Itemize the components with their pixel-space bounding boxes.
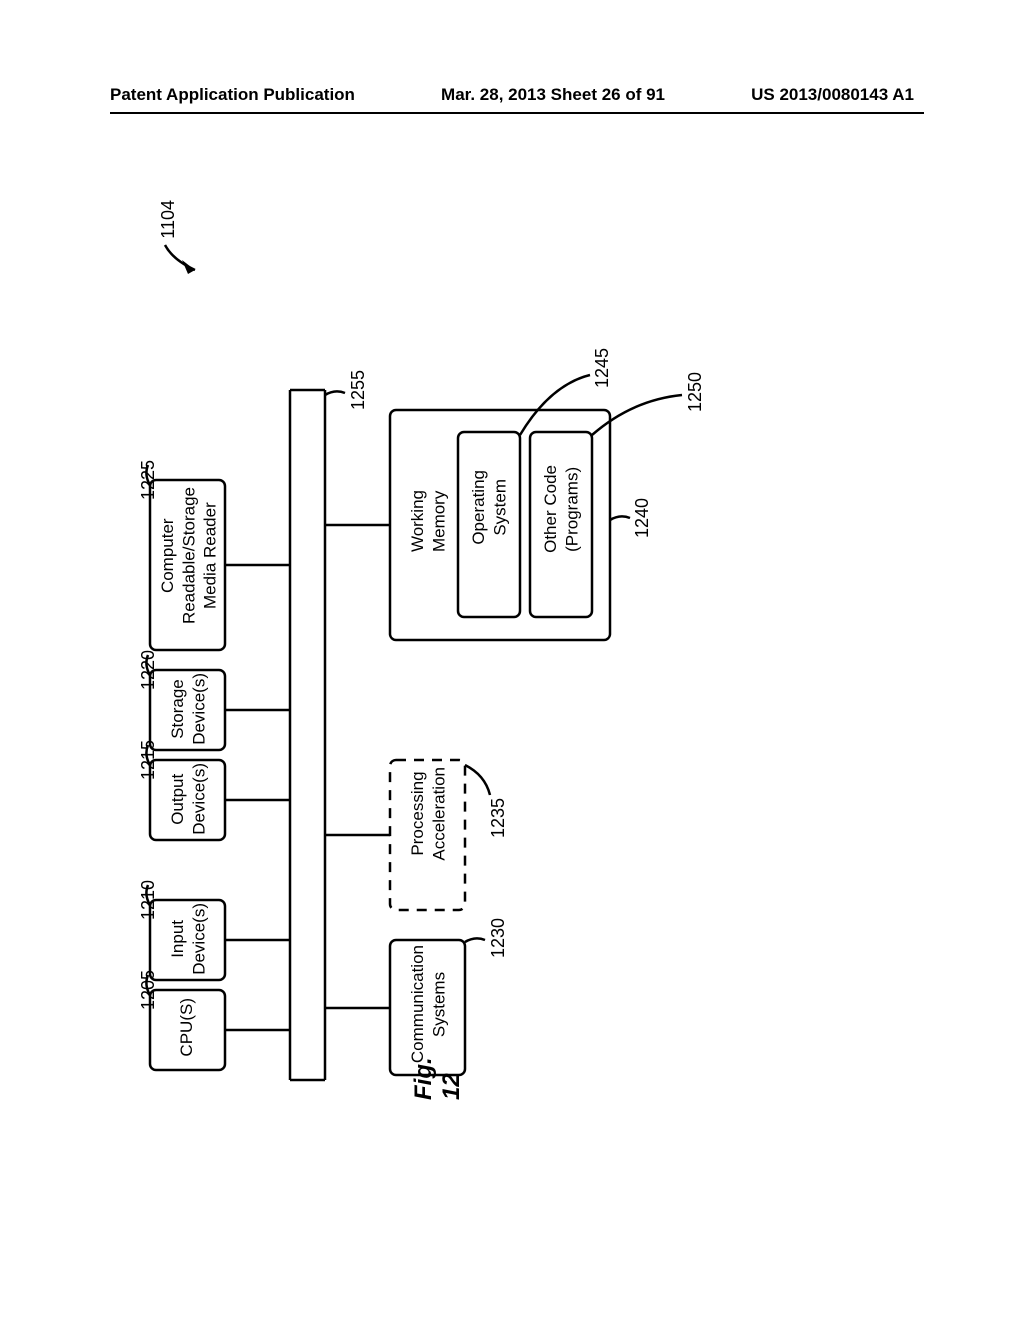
- ref-comm: 1230: [488, 918, 509, 958]
- label-workmem: WorkingMemory: [407, 490, 450, 552]
- header-rule: [110, 112, 924, 114]
- label-reader: ComputerReadable/StorageMedia Reader: [157, 487, 221, 624]
- label-other: Other Code(Programs): [540, 465, 583, 553]
- ref-other: 1250: [685, 372, 706, 412]
- ref-storage: 1220: [138, 650, 159, 690]
- ref-accel: 1235: [488, 798, 509, 838]
- ref-os: 1245: [592, 348, 613, 388]
- page-header: Patent Application Publication Mar. 28, …: [0, 85, 1024, 105]
- ref-output: 1215: [138, 740, 159, 780]
- ref-bus: 1255: [348, 370, 369, 410]
- ref-reader: 1225: [138, 460, 159, 500]
- label-output: OutputDevice(s): [167, 763, 210, 835]
- header-right: US 2013/0080143 A1: [751, 85, 914, 105]
- label-storage: StorageDevice(s): [167, 673, 210, 745]
- label-os: OperatingSystem: [468, 470, 511, 545]
- label-cpu: CPU(S): [176, 998, 197, 1057]
- label-input: InputDevice(s): [167, 903, 210, 975]
- header-left: Patent Application Publication: [110, 85, 355, 105]
- figure-label: Fig. 12: [410, 1040, 466, 1100]
- ref-input: 1210: [138, 880, 159, 920]
- ref-overall: 1104: [158, 200, 179, 239]
- ref-workmem: 1240: [632, 498, 653, 538]
- ref-cpu: 1205: [138, 970, 159, 1010]
- label-accel: ProcessingAcceleration: [407, 767, 450, 861]
- header-center: Mar. 28, 2013 Sheet 26 of 91: [441, 85, 665, 105]
- system-block-diagram: 1104 CPU(S) InputDevice(s) OutputDevice(…: [130, 200, 750, 1100]
